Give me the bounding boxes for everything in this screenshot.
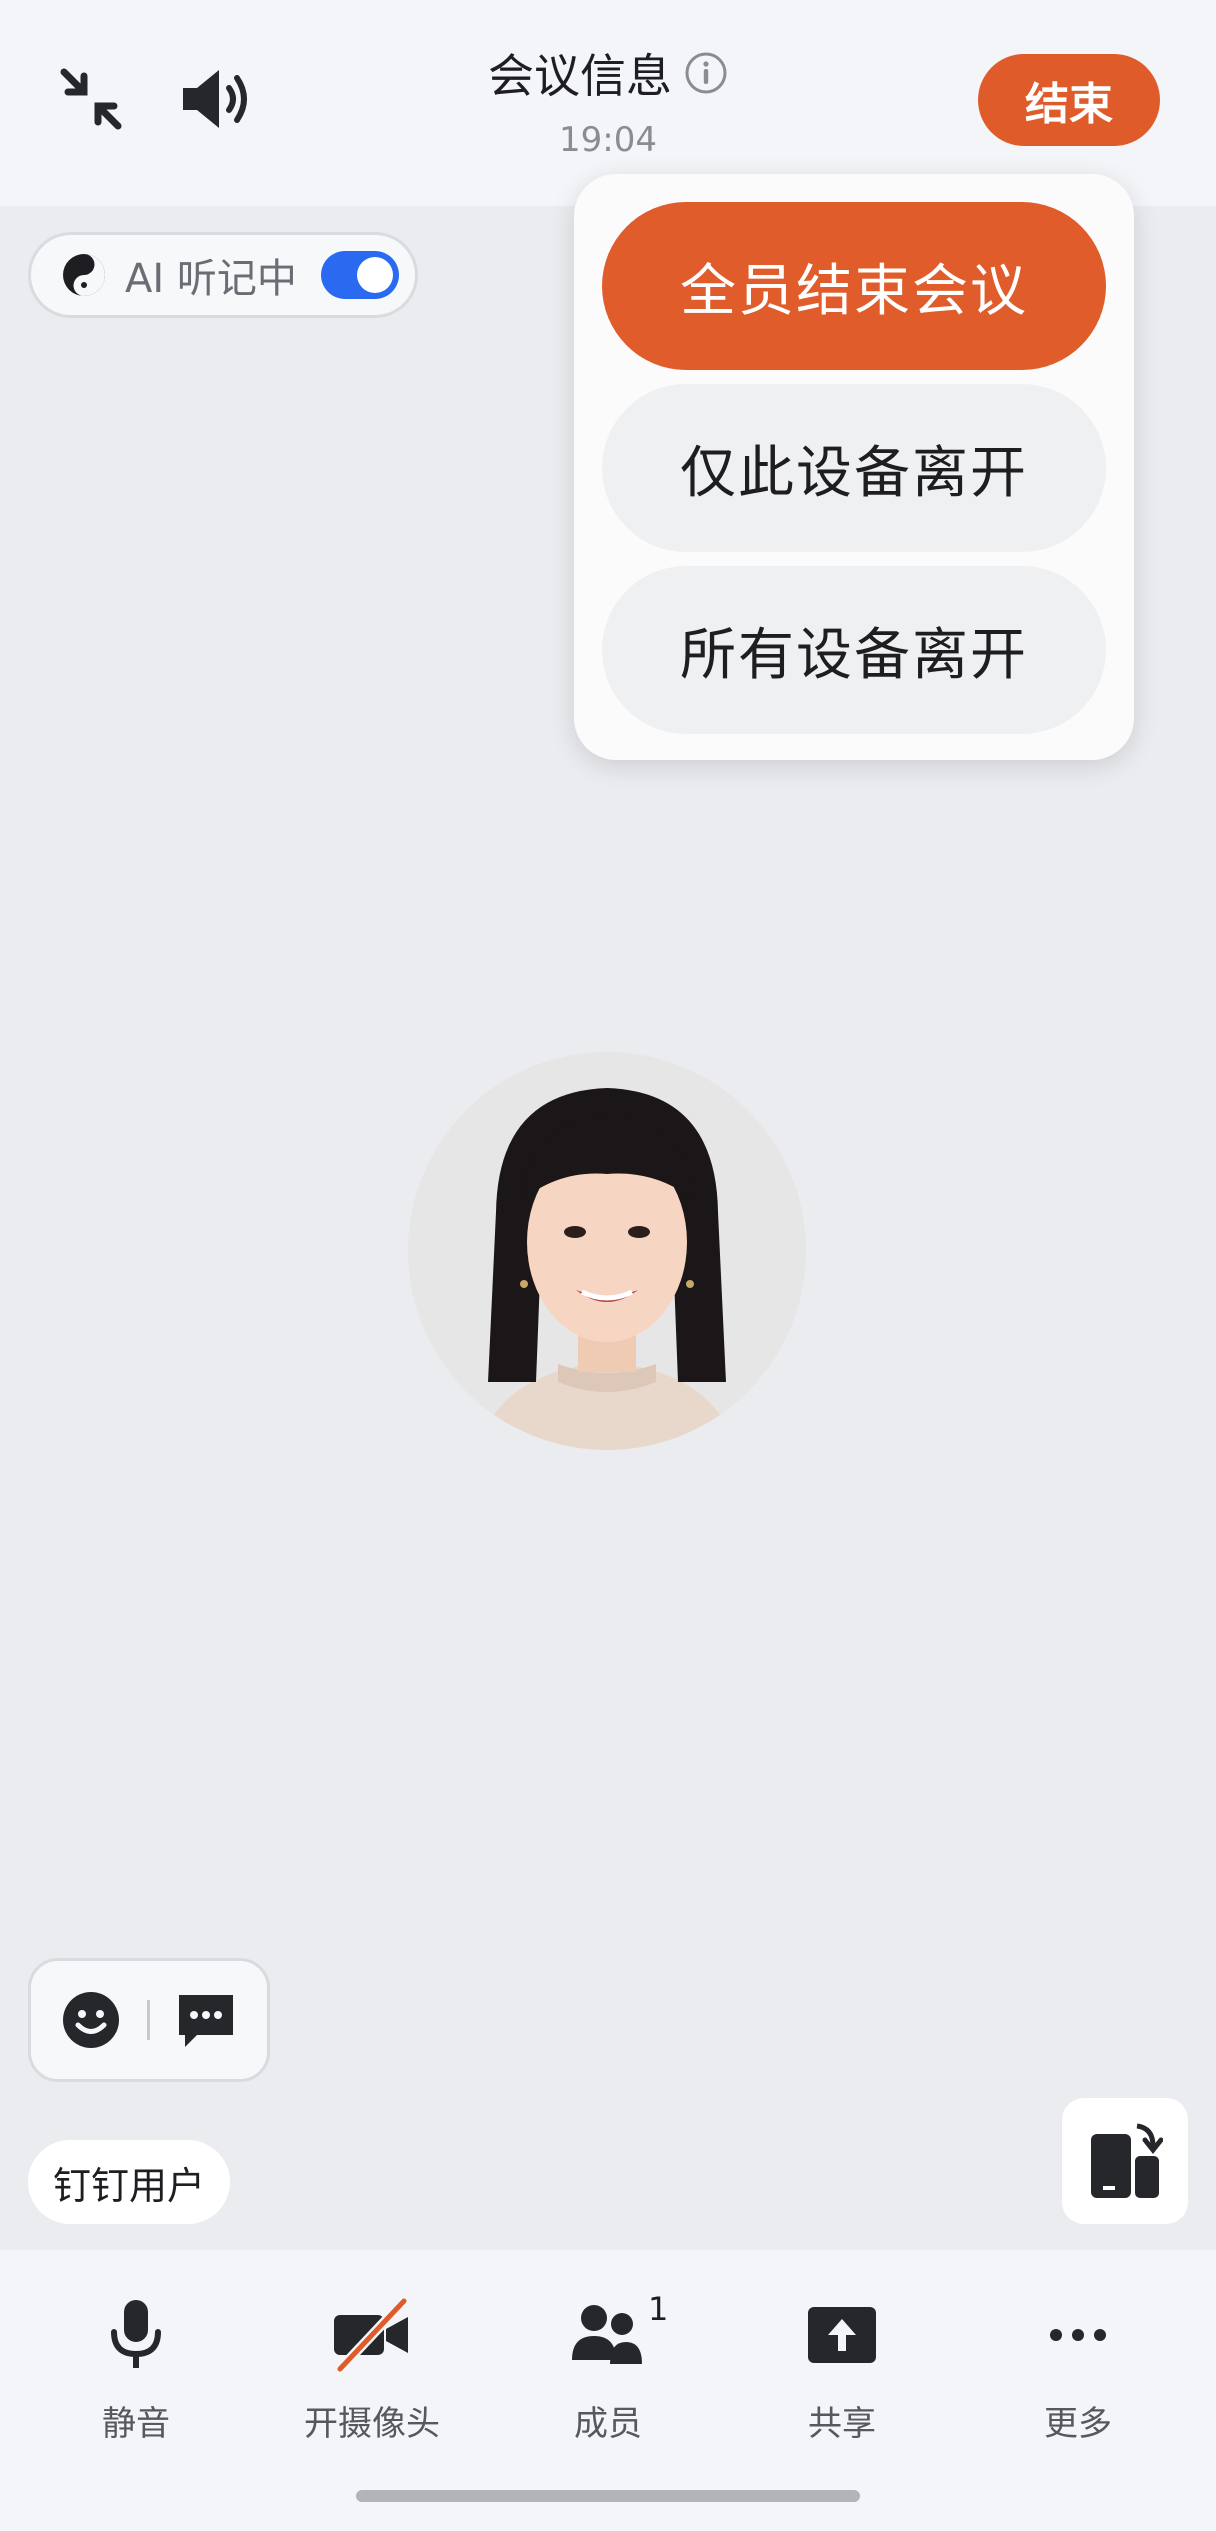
chat-icon[interactable] xyxy=(175,1991,237,2049)
share-button[interactable]: 共享 xyxy=(742,2290,942,2445)
emoji-icon[interactable] xyxy=(61,1990,121,2050)
more-icon xyxy=(1050,2329,1106,2341)
reaction-bar xyxy=(28,1958,270,2082)
more-label: 更多 xyxy=(1044,2404,1112,2444)
divider xyxy=(146,2000,150,2040)
share-label: 共享 xyxy=(808,2404,876,2444)
members-button[interactable]: 1 成员 xyxy=(508,2290,708,2445)
info-icon[interactable] xyxy=(684,51,728,95)
leave-this-device-button[interactable]: 仅此设备离开 xyxy=(602,384,1106,552)
leave-all-devices-button[interactable]: 所有设备离开 xyxy=(602,566,1106,734)
toggle-knob xyxy=(356,257,393,293)
switch-device-button[interactable] xyxy=(1062,2098,1188,2224)
end-for-all-button[interactable]: 全员结束会议 xyxy=(602,202,1106,370)
end-button[interactable]: 结束 xyxy=(978,54,1160,146)
meeting-title[interactable]: 会议信息 xyxy=(488,40,672,106)
participant-name: 钉钉用户 xyxy=(28,2140,230,2224)
members-icon xyxy=(572,2305,642,2364)
ai-recorder-icon xyxy=(63,254,105,296)
phone-rotate-icon xyxy=(1091,2123,1163,2198)
members-label: 成员 xyxy=(574,2404,642,2444)
camera-label: 开摄像头 xyxy=(304,2404,440,2444)
camera-off-icon xyxy=(334,2297,408,2373)
ai-recorder-label: AI 听记中 xyxy=(125,256,297,302)
microphone-icon xyxy=(111,2300,161,2368)
share-icon xyxy=(808,2307,876,2363)
more-button[interactable]: 更多 xyxy=(978,2290,1178,2445)
mute-button[interactable]: 静音 xyxy=(36,2290,236,2445)
mute-label: 静音 xyxy=(102,2404,170,2444)
ai-recorder-pill[interactable]: AI 听记中 xyxy=(28,232,418,318)
end-meeting-menu: 全员结束会议 仅此设备离开 所有设备离开 xyxy=(574,174,1134,760)
home-indicator xyxy=(356,2490,860,2502)
members-count-badge: 1 xyxy=(648,2290,669,2328)
bottom-toolbar: 静音 开摄像头 1 成员 共享 更多 xyxy=(0,2250,1216,2531)
participant-avatar xyxy=(408,1052,806,1450)
ai-recorder-toggle[interactable] xyxy=(320,251,399,299)
camera-button[interactable]: 开摄像头 xyxy=(272,2290,472,2445)
